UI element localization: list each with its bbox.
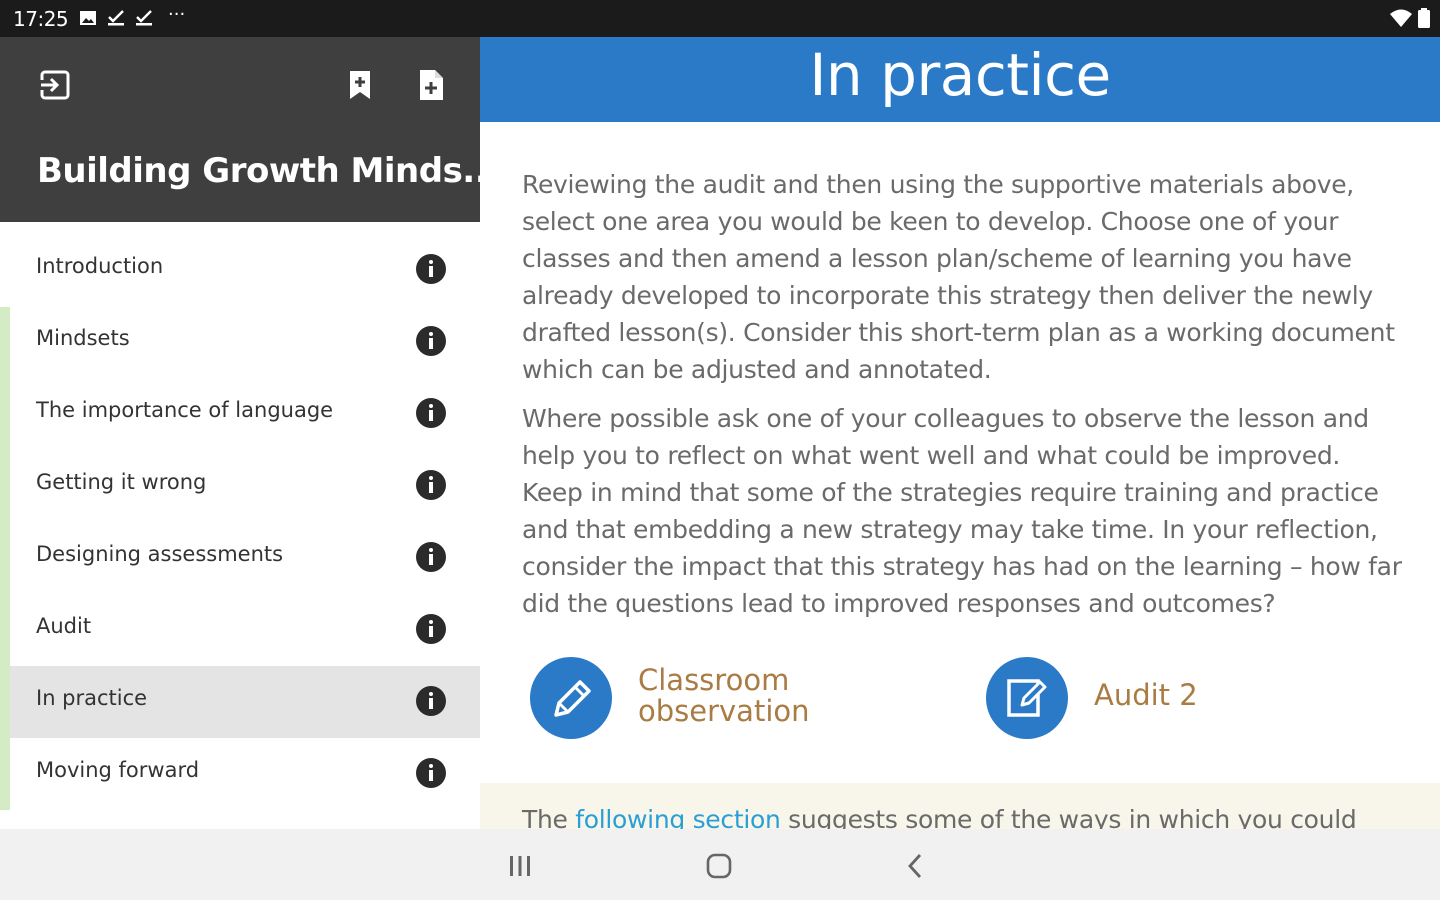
download-done-icon (136, 10, 152, 26)
status-right (1389, 8, 1430, 28)
sidebar-item-label: Audit (36, 614, 92, 638)
page-title: In practice (809, 41, 1111, 109)
home-icon[interactable] (702, 849, 736, 883)
sidebar-item-mindsets[interactable]: Mindsets (10, 306, 480, 378)
sidebar-item-audit[interactable]: Audit (10, 594, 480, 666)
status-time: 17:25 (13, 7, 69, 31)
back-icon[interactable] (899, 849, 933, 883)
info-icon[interactable] (416, 254, 446, 284)
sidebar-item-label: Designing assessments (36, 542, 284, 566)
content-paragraph: Reviewing the audit and then using the s… (522, 170, 1395, 384)
sidebar-item-in-practice[interactable]: In practice (10, 666, 480, 738)
sidebar-item-moving-forward[interactable]: Moving forward (10, 738, 480, 810)
sidebar-item-label: Moving forward (36, 758, 200, 782)
content-pane: In practice Reviewing the audit and then… (480, 37, 1440, 829)
sidebar-item-label: Introduction (36, 254, 164, 278)
system-nav-bar (0, 829, 1440, 900)
wifi-icon (1389, 9, 1412, 27)
link-label: Classroom observation (638, 663, 810, 728)
info-icon[interactable] (416, 614, 446, 644)
content-paragraph: Where possible ask one of your colleague… (522, 404, 1402, 618)
sidebar-item-label: Getting it wrong (36, 470, 207, 494)
info-icon[interactable] (416, 326, 446, 356)
sidebar-item-designing-assessments[interactable]: Designing assessments (10, 522, 480, 594)
next-section-notice: The following section suggests some of t… (480, 783, 1440, 829)
content-header: In practice (480, 37, 1440, 122)
sidebar-header: Building Growth Minds... (0, 37, 500, 222)
edit-document-icon (986, 657, 1068, 739)
info-icon[interactable] (416, 398, 446, 428)
info-icon[interactable] (416, 470, 446, 500)
status-bar: 17:25 ··· (0, 0, 1440, 37)
bookmark-add-icon[interactable] (342, 67, 378, 103)
note-add-icon[interactable] (413, 67, 449, 103)
sidebar-item-label: In practice (36, 686, 148, 710)
pencil-icon (530, 657, 612, 739)
following-section-link[interactable]: following section (575, 805, 781, 829)
more-notifications: ··· (168, 4, 186, 25)
sidebar-item-label: Mindsets (36, 326, 130, 350)
audit-2-button[interactable]: Audit 2 (986, 657, 1246, 739)
exit-icon[interactable] (37, 67, 73, 103)
sidebar-title: Building Growth Minds... (37, 151, 500, 191)
info-icon[interactable] (416, 686, 446, 716)
sidebar-item-label: The importance of language (36, 398, 334, 422)
info-icon[interactable] (416, 758, 446, 788)
sidebar-item-importance-of-language[interactable]: The importance of language (10, 378, 480, 450)
classroom-observation-button[interactable]: Classroom observation (530, 657, 830, 739)
notice-text: The following section suggests some of t… (522, 805, 1357, 829)
sidebar-item-getting-it-wrong[interactable]: Getting it wrong (10, 450, 480, 522)
recents-icon[interactable] (503, 849, 537, 883)
info-icon[interactable] (416, 542, 446, 572)
battery-icon (1418, 8, 1430, 28)
download-done-icon (108, 10, 124, 26)
progress-indicator (0, 307, 10, 810)
link-label: Audit 2 (1094, 678, 1198, 712)
sidebar: Building Growth Minds... Introduction Mi… (0, 37, 500, 829)
image-icon (80, 11, 96, 25)
sidebar-item-introduction[interactable]: Introduction (10, 234, 480, 306)
